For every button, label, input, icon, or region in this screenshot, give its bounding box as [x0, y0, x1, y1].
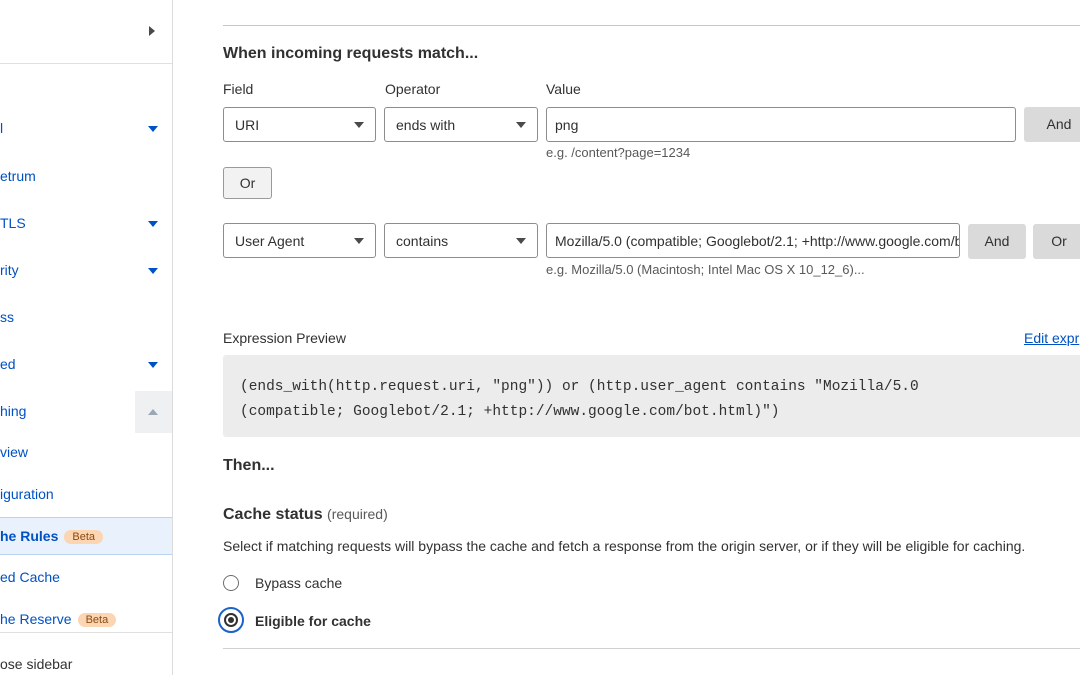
divider: [223, 648, 1080, 649]
sidebar-item-speed[interactable]: ed: [0, 344, 172, 386]
expression-line-2: (compatible; Googlebot/2.1; +http://www.…: [240, 404, 780, 420]
cache-status-description: Select if matching requests will bypass …: [223, 538, 1026, 554]
sidebar-header: [0, 0, 172, 64]
edit-expression-link[interactable]: Edit expr: [1024, 330, 1079, 346]
or-button[interactable]: Or: [1033, 224, 1080, 259]
cache-status-title: Cache status (required): [223, 506, 388, 524]
sidebar-item-text: he Reserve: [0, 611, 72, 627]
sidebar-item-tiered-cache[interactable]: ed Cache: [0, 557, 172, 599]
eligible-for-cache-label[interactable]: Eligible for cache: [255, 613, 371, 629]
field-select[interactable]: URI: [223, 107, 376, 142]
sidebar-item-security[interactable]: rity: [0, 250, 172, 292]
then-heading: Then...: [223, 457, 275, 474]
sidebar: l etrum TLS rity ss ed hing view igurati…: [0, 0, 173, 675]
chevron-down-icon: [516, 238, 526, 244]
sidebar-item-label: l: [0, 120, 4, 136]
value-input[interactable]: png: [546, 107, 1016, 142]
expression-text: (ends_with(http.request.uri, "png")) or …: [240, 375, 919, 425]
value-input-text: Mozilla/5.0 (compatible; Googlebot/2.1; …: [555, 233, 960, 249]
sidebar-item-label: ed: [0, 356, 16, 372]
sidebar-item-label: ed Cache: [0, 569, 60, 585]
value-hint: e.g. /content?page=1234: [546, 145, 691, 160]
expression-preview-label: Expression Preview: [223, 330, 346, 346]
chevron-down-icon: [516, 122, 526, 128]
sidebar-item-label: etrum: [0, 168, 36, 184]
operator-select[interactable]: ends with: [384, 107, 538, 142]
chevron-down-icon[interactable]: [148, 221, 158, 227]
and-button[interactable]: And: [1024, 107, 1080, 142]
sidebar-item-label: TLS: [0, 215, 26, 231]
sidebar-item-cache-rules[interactable]: he Rules Beta: [0, 517, 172, 555]
value-input[interactable]: Mozilla/5.0 (compatible; Googlebot/2.1; …: [546, 223, 960, 258]
radio-dot: [228, 617, 234, 623]
chevron-down-icon: [354, 122, 364, 128]
sidebar-item-label: view: [0, 444, 29, 460]
operator-select-value: ends with: [396, 117, 456, 133]
beta-badge: Beta: [64, 530, 103, 544]
bypass-cache-label[interactable]: Bypass cache: [255, 575, 342, 591]
and-button[interactable]: And: [968, 224, 1026, 259]
sidebar-item-label: iguration: [0, 486, 54, 502]
sidebar-item-label: hing: [0, 403, 27, 419]
divider: [223, 25, 1080, 26]
beta-badge: Beta: [77, 613, 117, 627]
sidebar-item-1[interactable]: l: [0, 108, 172, 150]
sidebar-item-label: he Reserve Beta: [0, 611, 117, 627]
operator-select[interactable]: contains: [384, 223, 538, 258]
sidebar-item-overview[interactable]: view: [0, 432, 172, 474]
field-select-value: URI: [235, 117, 260, 133]
sidebar-item-access[interactable]: ss: [0, 297, 172, 339]
field-select-value: User Agent: [235, 233, 305, 249]
chevron-down-icon[interactable]: [148, 126, 158, 132]
collapse-toggle[interactable]: [135, 391, 172, 433]
value-column-label: Value: [546, 81, 581, 97]
sidebar-item-2[interactable]: etrum: [0, 156, 172, 198]
required-label: (required): [327, 506, 388, 522]
expression-line-1: (ends_with(http.request.uri, "png")) or …: [240, 379, 919, 395]
sidebar-item-ssl-tls[interactable]: TLS: [0, 203, 172, 245]
field-select[interactable]: User Agent: [223, 223, 376, 258]
sidebar-item-text: he Rules: [0, 528, 59, 544]
chevron-down-icon[interactable]: [148, 268, 158, 274]
or-button[interactable]: Or: [223, 167, 272, 199]
main-content: When incoming requests match... Field Op…: [173, 0, 1080, 675]
bypass-cache-radio[interactable]: [223, 575, 239, 591]
sidebar-item-label: rity: [0, 262, 19, 278]
operator-column-label: Operator: [385, 81, 441, 97]
sidebar-item-label: he Rules Beta: [0, 528, 103, 544]
value-input-text: png: [555, 117, 579, 133]
section-heading: When incoming requests match...: [223, 45, 479, 62]
sidebar-item-label: ss: [0, 309, 14, 325]
collapse-sidebar-label: ose sidebar: [0, 656, 73, 672]
sidebar-item-configuration[interactable]: iguration: [0, 474, 172, 516]
sidebar-item-caching[interactable]: hing: [0, 391, 172, 433]
value-hint: e.g. Mozilla/5.0 (Macintosh; Intel Mac O…: [546, 262, 865, 277]
collapse-sidebar[interactable]: ose sidebar: [0, 632, 172, 675]
operator-select-value: contains: [396, 233, 449, 249]
chevron-down-icon[interactable]: [148, 362, 158, 368]
field-column-label: Field: [223, 81, 254, 97]
eligible-for-cache-radio[interactable]: [218, 607, 244, 633]
chevron-right-icon[interactable]: [149, 26, 155, 36]
chevron-up-icon: [148, 409, 158, 415]
expression-preview-box: (ends_with(http.request.uri, "png")) or …: [223, 355, 1080, 437]
chevron-down-icon: [354, 238, 364, 244]
cache-status-label: Cache status: [223, 506, 323, 523]
